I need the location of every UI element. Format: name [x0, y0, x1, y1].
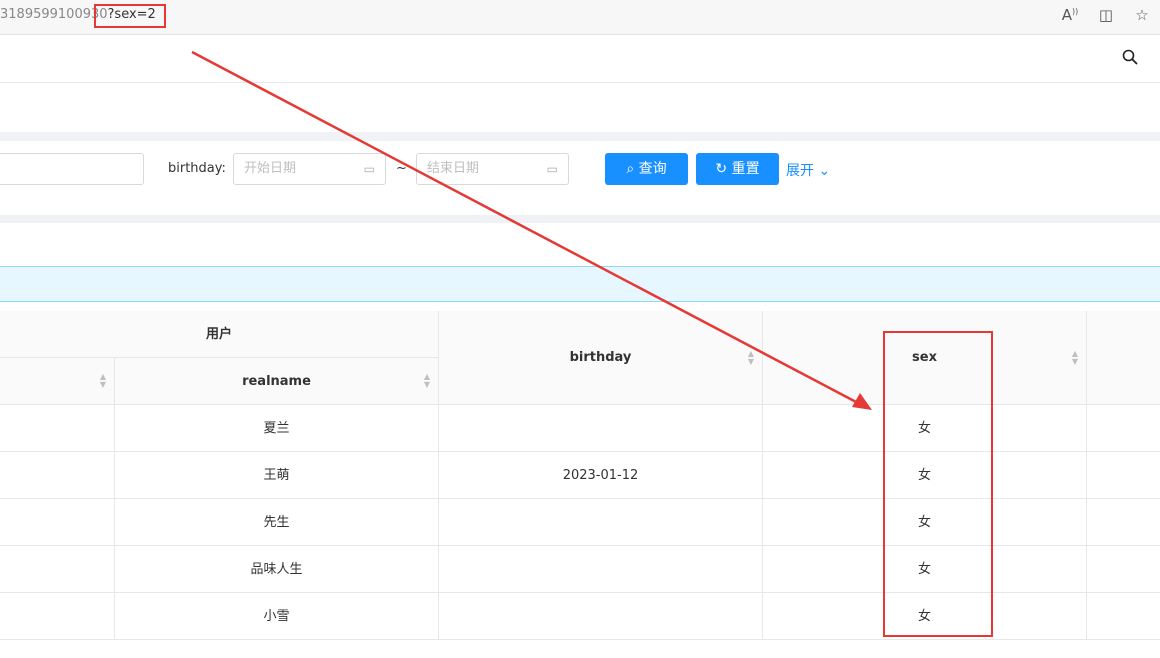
annotation-arrow	[191, 50, 872, 410]
